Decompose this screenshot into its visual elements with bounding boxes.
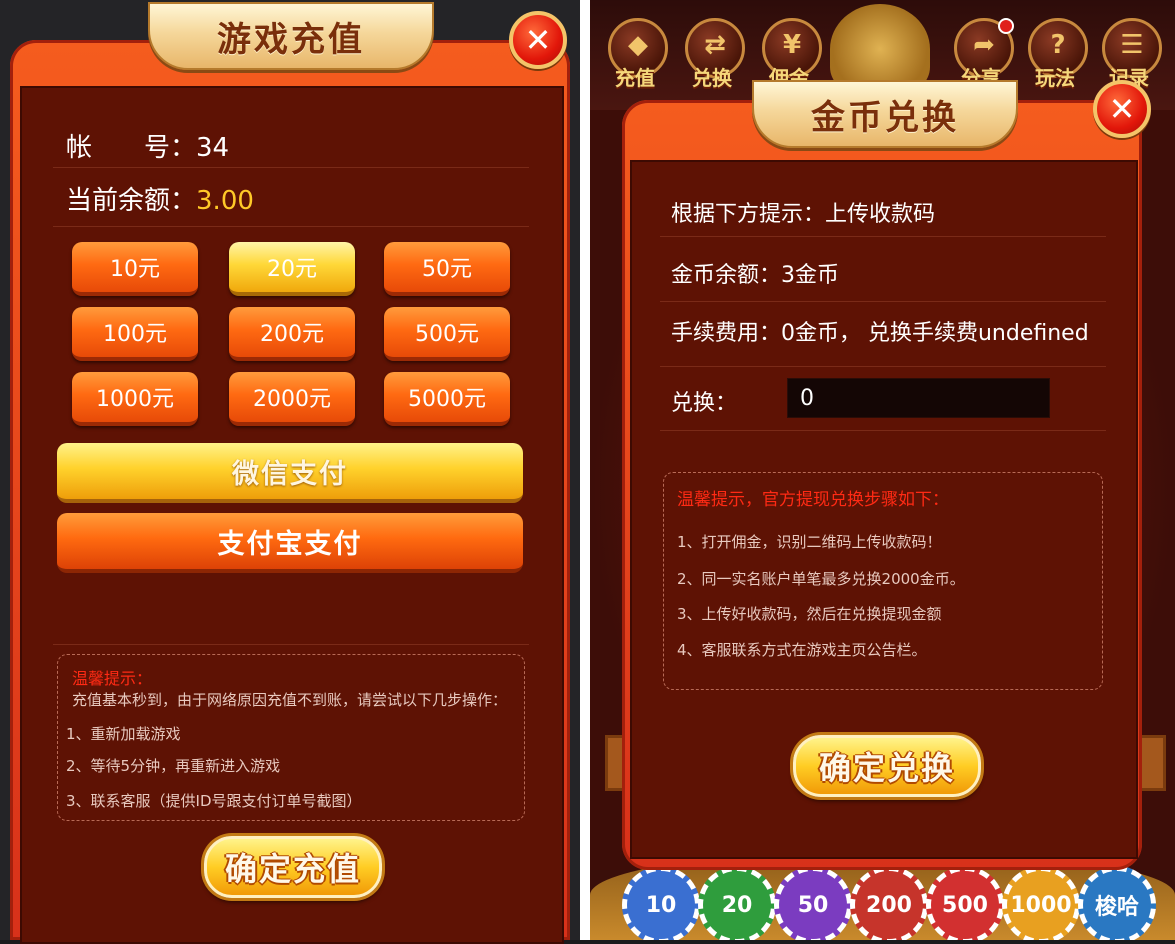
divider xyxy=(53,644,529,645)
exchange-label: 兑换： xyxy=(671,391,738,416)
chip-200[interactable]: 200 xyxy=(850,866,928,940)
account-label: 帐 号： xyxy=(66,133,197,163)
amount-button-10[interactable]: 10元 xyxy=(72,242,198,296)
record-icon: ☰ xyxy=(1120,30,1144,60)
exchange-amount-input[interactable]: 0 xyxy=(787,378,1050,418)
tips-item: 1、打开佣金，识别二维码上传收款码！ xyxy=(677,533,942,551)
gem-chest-icon: ◆ xyxy=(628,30,648,60)
balance-row: 当前余额：3.00 xyxy=(66,180,254,217)
amount-button-1000[interactable]: 1000元 xyxy=(72,372,198,426)
coin-balance: 金币余额：3金币 xyxy=(671,263,839,288)
tips-item: 3、联系客服（提供ID号跟支付订单号截图） xyxy=(66,792,362,810)
account-row: 帐 号：34 xyxy=(66,127,229,164)
account-value: 34 xyxy=(196,133,230,163)
divider xyxy=(660,236,1106,237)
exchange-title: 金币兑换 xyxy=(811,97,959,138)
divider xyxy=(660,301,1106,302)
chip-20[interactable]: 20 xyxy=(698,866,776,940)
split-divider xyxy=(580,0,590,940)
money-bag-icon: ¥ xyxy=(782,30,802,60)
tips-title: 温馨提示，官方提现兑换步骤如下： xyxy=(677,490,949,510)
exchange-close-icon[interactable]: ✕ xyxy=(1093,80,1151,138)
divider xyxy=(660,366,1106,367)
divider xyxy=(53,167,529,168)
tips-item: 2、同一实名账户单笔最多兑换2000金币。 xyxy=(677,570,965,588)
exchange-panel: ◆ 充值 ⇄ 兑换 ¥ 佣金 ➦ 分享 ? 玩法 ☰ 记录 10 20 50 2… xyxy=(590,0,1175,940)
chip-500[interactable]: 500 xyxy=(926,866,1004,940)
tips-item: 2、等待5分钟，再重新进入游戏 xyxy=(66,757,281,775)
exchange-tips-box: 温馨提示，官方提现兑换步骤如下： 1、打开佣金，识别二维码上传收款码！ 2、同一… xyxy=(663,472,1103,690)
tips-item: 4、客服联系方式在游戏主页公告栏。 xyxy=(677,641,927,659)
exchange-shortcut-label: 兑换 xyxy=(692,66,732,90)
amount-button-100[interactable]: 100元 xyxy=(72,307,198,361)
tips-item: 1、重新加载游戏 xyxy=(66,725,181,743)
balance-value: 3.00 xyxy=(196,186,254,216)
amount-button-500[interactable]: 500元 xyxy=(384,307,510,361)
amount-button-200[interactable]: 200元 xyxy=(229,307,355,361)
confirm-exchange-button[interactable]: 确定兑换 xyxy=(793,735,981,797)
amount-button-5000[interactable]: 5000元 xyxy=(384,372,510,426)
amount-button-20[interactable]: 20元 xyxy=(229,242,355,296)
recharge-close-icon[interactable]: ✕ xyxy=(509,11,567,69)
divider xyxy=(660,430,1106,431)
recharge-title-plate: 游戏充值 xyxy=(148,2,434,70)
tips-intro: 充值基本秒到，由于网络原因充值不到账，请尝试以下几步操作： xyxy=(72,691,508,709)
alipay-pay-button[interactable]: 支付宝支付 xyxy=(57,513,523,573)
balance-label: 当前余额： xyxy=(66,186,197,216)
wechat-pay-button[interactable]: 微信支付 xyxy=(57,443,523,503)
recharge-panel: 游戏充值 ✕ 帐 号：34 当前余额：3.00 10元 20元 50元 100元… xyxy=(0,0,580,944)
chip-1000[interactable]: 1000 xyxy=(1002,866,1080,940)
exchange-icon: ⇄ xyxy=(704,30,726,60)
notification-dot xyxy=(998,18,1014,34)
amount-button-50[interactable]: 50元 xyxy=(384,242,510,296)
help-icon: ? xyxy=(1050,30,1066,60)
chip-10[interactable]: 10 xyxy=(622,866,700,940)
help-shortcut-label: 玩法 xyxy=(1035,66,1075,90)
confirm-recharge-button[interactable]: 确定充值 xyxy=(204,836,382,898)
chip-50[interactable]: 50 xyxy=(774,866,852,940)
divider xyxy=(53,226,529,227)
recharge-shortcut-label: 充值 xyxy=(615,66,655,90)
upload-hint: 根据下方提示：上传收款码 xyxy=(671,202,936,227)
recharge-tips-box: 温馨提示： 充值基本秒到，由于网络原因充值不到账，请尝试以下几步操作： 1、重新… xyxy=(57,654,525,821)
chip-allin[interactable]: 梭哈 xyxy=(1078,866,1156,940)
tips-item: 3、上传好收款码，然后在兑换提现金额 xyxy=(677,605,942,623)
fee-info: 手续费用：0金币， 兑换手续费undefined xyxy=(671,321,1089,346)
share-icon: ➦ xyxy=(973,30,995,60)
exchange-title-plate: 金币兑换 xyxy=(752,80,1018,148)
amount-button-2000[interactable]: 2000元 xyxy=(229,372,355,426)
recharge-title: 游戏充值 xyxy=(217,19,365,60)
tips-title: 温馨提示： xyxy=(72,669,153,688)
